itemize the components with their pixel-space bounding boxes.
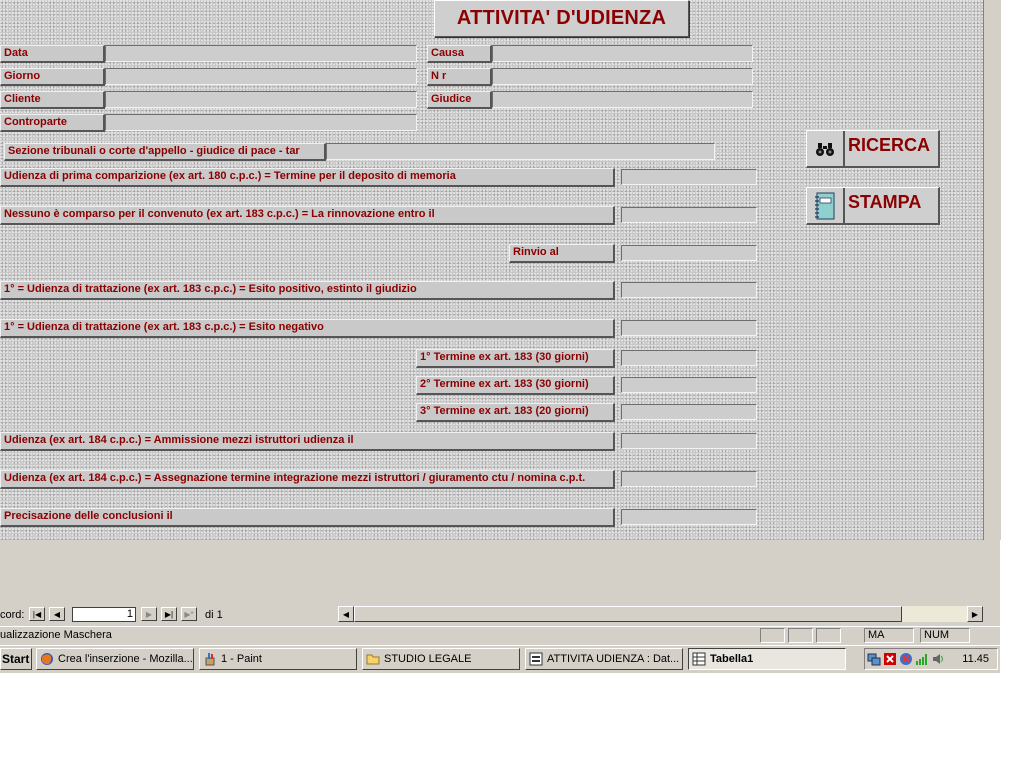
label-termine-2: 2° Termine ex art. 183 (30 giorni) [416, 376, 615, 395]
form-empty-area [0, 540, 1000, 604]
paint-icon [203, 652, 217, 666]
task-folder[interactable]: STUDIO LEGALE [362, 648, 520, 670]
bluetooth-icon[interactable] [899, 652, 913, 666]
task-label: STUDIO LEGALE [384, 653, 472, 665]
record-number-input[interactable]: 1 [72, 607, 136, 622]
stampa-label: STAMPA [848, 192, 922, 212]
last-record-button[interactable]: ▶| [161, 607, 177, 621]
status-text: ualizzazione Maschera [0, 629, 112, 641]
label-causa: Causa [427, 45, 492, 63]
field-nr[interactable] [492, 68, 753, 85]
task-paint[interactable]: 1 - Paint [199, 648, 357, 670]
task-access-form[interactable]: ATTIVITA UDIENZA : Dat... [525, 648, 683, 670]
scroll-left-arrow-icon[interactable]: ◀ [338, 606, 354, 622]
field-sezione[interactable] [326, 143, 715, 160]
label-giudice: Giudice [427, 91, 492, 109]
field-causa[interactable] [492, 45, 753, 62]
firefox-icon [40, 652, 54, 666]
label-termine-3: 3° Termine ex art. 183 (20 giorni) [416, 403, 615, 422]
field-termine-2[interactable] [621, 377, 757, 393]
next-record-icon: ▶ [145, 609, 153, 619]
folder-icon [366, 652, 380, 666]
field-giudice[interactable] [492, 91, 753, 108]
task-firefox[interactable]: Crea l'inserzione - Mozilla... [36, 648, 194, 670]
status-cell-3 [816, 628, 841, 643]
new-record-icon: ▶* [184, 609, 194, 619]
label-prima-comparizione: Udienza di prima comparizione (ex art. 1… [0, 168, 615, 187]
task-label: ATTIVITA UDIENZA : Dat... [547, 653, 680, 665]
label-rinvio: Rinvio al [509, 244, 615, 263]
label-ammissione: Udienza (ex art. 184 c.p.c.) = Ammission… [0, 432, 615, 451]
label-sezione: Sezione tribunali o corte d'appello - gi… [4, 143, 326, 161]
status-bar: ualizzazione Maschera MA NUM [0, 626, 1000, 645]
prev-record-button[interactable]: ◀ [49, 607, 65, 621]
horizontal-scrollbar[interactable]: ◀ ▶ [338, 606, 983, 622]
field-ammissione[interactable] [621, 433, 757, 449]
stampa-button[interactable]: STAMPA [806, 187, 940, 225]
form-right-margin [983, 0, 1001, 540]
label-nr: N r [427, 68, 492, 86]
label-trattazione-negativo: 1° = Udienza di trattazione (ex art. 183… [0, 319, 615, 338]
field-trattazione-positivo[interactable] [621, 282, 757, 298]
label-assegnazione: Udienza (ex art. 184 c.p.c.) = Assegnazi… [0, 470, 615, 489]
access-form-icon [529, 652, 543, 666]
ricerca-button[interactable]: RICERCA [806, 130, 940, 168]
first-record-button[interactable]: |◀ [29, 607, 45, 621]
binoculars-icon [807, 131, 845, 167]
status-ma: MA [864, 628, 914, 643]
label-precisazione: Precisazione delle conclusioni il [0, 508, 615, 527]
first-record-icon: |◀ [32, 609, 42, 619]
table-icon [692, 652, 706, 666]
network-icon[interactable] [867, 652, 881, 666]
notebook-icon [807, 188, 845, 224]
field-assegnazione[interactable] [621, 471, 757, 487]
new-record-button[interactable]: ▶* [181, 607, 197, 621]
task-label: 1 - Paint [221, 653, 262, 665]
record-label: cord: [0, 609, 25, 621]
field-trattazione-negativo[interactable] [621, 320, 757, 336]
prev-record-icon: ◀ [53, 609, 61, 619]
start-button[interactable]: Start [0, 648, 32, 670]
field-termine-1[interactable] [621, 350, 757, 366]
field-controparte[interactable] [105, 114, 417, 131]
field-giorno[interactable] [105, 68, 417, 85]
label-termine-1: 1° Termine ex art. 183 (30 giorni) [416, 349, 615, 368]
label-controparte: Controparte [0, 114, 105, 132]
clock[interactable]: 11.45 [962, 653, 989, 665]
next-record-button[interactable]: ▶ [141, 607, 157, 621]
signal-strength-icon[interactable] [915, 652, 929, 666]
system-tray: 11.45 [864, 648, 998, 670]
field-cliente[interactable] [105, 91, 417, 108]
status-cell-1 [760, 628, 785, 643]
ricerca-label: RICERCA [848, 135, 931, 155]
antivirus-icon[interactable] [883, 652, 897, 666]
label-data: Data [0, 45, 105, 63]
scroll-thumb[interactable] [354, 606, 902, 622]
label-giorno: Giorno [0, 68, 105, 86]
record-navigation-bar: cord: |◀ ◀ 1 ▶ ▶| ▶* di 1 ◀ ▶ [0, 604, 1000, 626]
status-cell-2 [788, 628, 813, 643]
last-record-icon: ▶| [164, 609, 174, 619]
status-num: NUM [920, 628, 970, 643]
task-table[interactable]: Tabella1 [688, 648, 846, 670]
field-data[interactable] [105, 45, 417, 62]
form-title: ATTIVITA' D'UDIENZA [434, 0, 689, 37]
task-label: Tabella1 [710, 653, 754, 665]
field-nessuno-comparso[interactable] [621, 207, 757, 223]
scroll-right-arrow-icon[interactable]: ▶ [967, 606, 983, 622]
label-cliente: Cliente [0, 91, 105, 109]
task-label: Crea l'inserzione - Mozilla... [58, 653, 193, 665]
field-precisazione[interactable] [621, 509, 757, 525]
volume-icon[interactable] [931, 652, 945, 666]
label-nessuno-comparso: Nessuno è comparso per il convenuto (ex … [0, 206, 615, 225]
record-count: di 1 [205, 609, 223, 621]
taskbar: Start Crea l'inserzione - Mozilla... 1 -… [0, 645, 1000, 673]
label-trattazione-positivo: 1° = Udienza di trattazione (ex art. 183… [0, 281, 615, 300]
field-termine-3[interactable] [621, 404, 757, 420]
field-rinvio[interactable] [621, 245, 757, 261]
field-prima-comparizione[interactable] [621, 169, 757, 185]
